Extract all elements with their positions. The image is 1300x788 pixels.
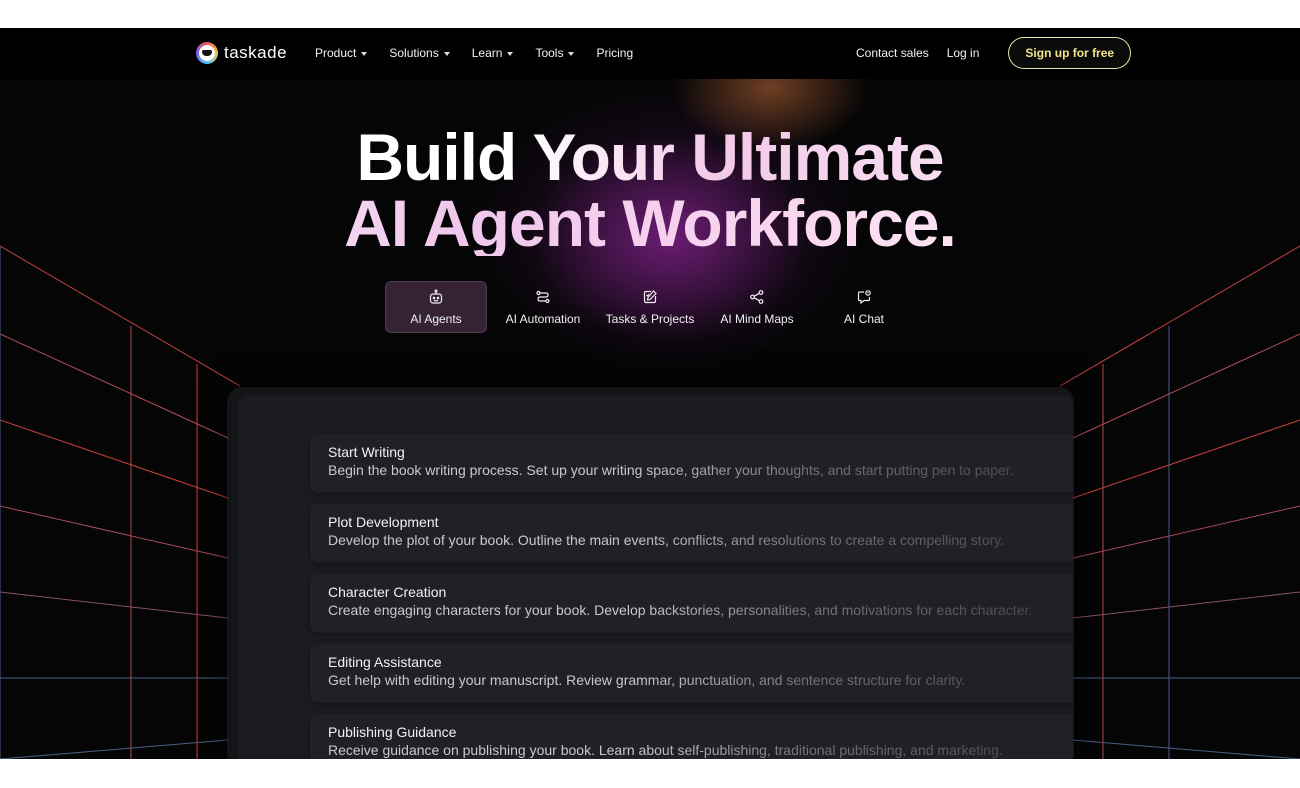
card-title: Editing Assistance [328,654,442,670]
contact-sales-link[interactable]: Contact sales [856,46,929,60]
menu-item-tools[interactable]: Tools [535,46,575,60]
menu-item-product[interactable]: Product [315,46,368,60]
feature-tabs: AI Agents AI Automation Tasks & Projects [385,281,920,333]
tab-label: AI Automation [505,311,581,326]
chat-icon [857,289,871,304]
tab-label: AI Agents [410,311,462,326]
tab-label: AI Mind Maps [720,311,794,326]
account-nav: Contact sales Log in Sign up for free [856,38,1131,68]
menu-item-learn[interactable]: Learn [472,46,514,60]
tab-ai-chat[interactable]: AI Chat [813,281,915,333]
card-title: Start Writing [328,444,405,460]
menu-label: Tools [535,46,564,60]
app-preview-panel: Start Writing Begin the book writing pro… [228,388,1073,759]
tab-ai-automation[interactable]: AI Automation [492,281,594,333]
chevron-down-icon [361,51,368,56]
chevron-down-icon [568,51,575,56]
menu-label: Learn [471,46,503,60]
tab-label: Tasks & Projects [605,311,695,326]
share-nodes-icon [750,289,764,304]
edit-task-icon [643,289,657,303]
list-item[interactable]: Plot Development Develop the plot of you… [310,504,1073,562]
blur-fade [630,434,1073,492]
automation-icon [536,290,550,303]
card-title: Character Creation [328,584,447,600]
blur-fade [630,504,1073,562]
app-preview-content: Start Writing Begin the book writing pro… [238,396,1073,759]
menu-item-pricing[interactable]: Pricing [596,46,633,60]
list-item[interactable]: Publishing Guidance Receive guidance on … [310,714,1073,759]
top-navbar: taskade Product Solutions Learn Tools Pr… [0,28,1300,79]
menu-label: Pricing [596,46,634,60]
hero-title-line-2: AI Agent Workforce. [0,190,1300,256]
tab-ai-mind-maps[interactable]: AI Mind Maps [706,281,808,333]
card-title: Plot Development [328,514,439,530]
taskade-logo-icon [196,42,218,64]
signup-button[interactable]: Sign up for free [1009,38,1131,68]
robot-icon [429,289,443,304]
blur-fade [630,574,1073,632]
menu-label: Solutions [389,46,439,60]
tab-label: AI Chat [843,311,885,326]
card-title: Publishing Guidance [328,724,457,740]
hero-heading: Build Your Ultimate AI Agent Workforce. [0,124,1300,256]
page-stage: taskade Product Solutions Learn Tools Pr… [0,28,1300,759]
hero-title-line-1: Build Your Ultimate [0,124,1300,190]
chevron-down-icon [507,51,514,56]
list-item[interactable]: Character Creation Create engaging chara… [310,574,1073,632]
brand-name: taskade [224,43,288,62]
menu-label: Product [315,46,357,60]
blur-fade [630,714,1073,759]
chevron-down-icon [443,51,450,56]
tab-tasks-projects[interactable]: Tasks & Projects [599,281,701,333]
brand-logo[interactable]: taskade [196,42,287,64]
menu-item-solutions[interactable]: Solutions [389,46,450,60]
tab-ai-agents[interactable]: AI Agents [385,281,487,333]
main-menu: Product Solutions Learn Tools Pricing [315,46,655,60]
list-item[interactable]: Start Writing Begin the book writing pro… [310,434,1073,492]
list-item[interactable]: Editing Assistance Get help with editing… [310,644,1073,702]
login-link[interactable]: Log in [947,46,980,60]
blur-fade [630,644,1073,702]
